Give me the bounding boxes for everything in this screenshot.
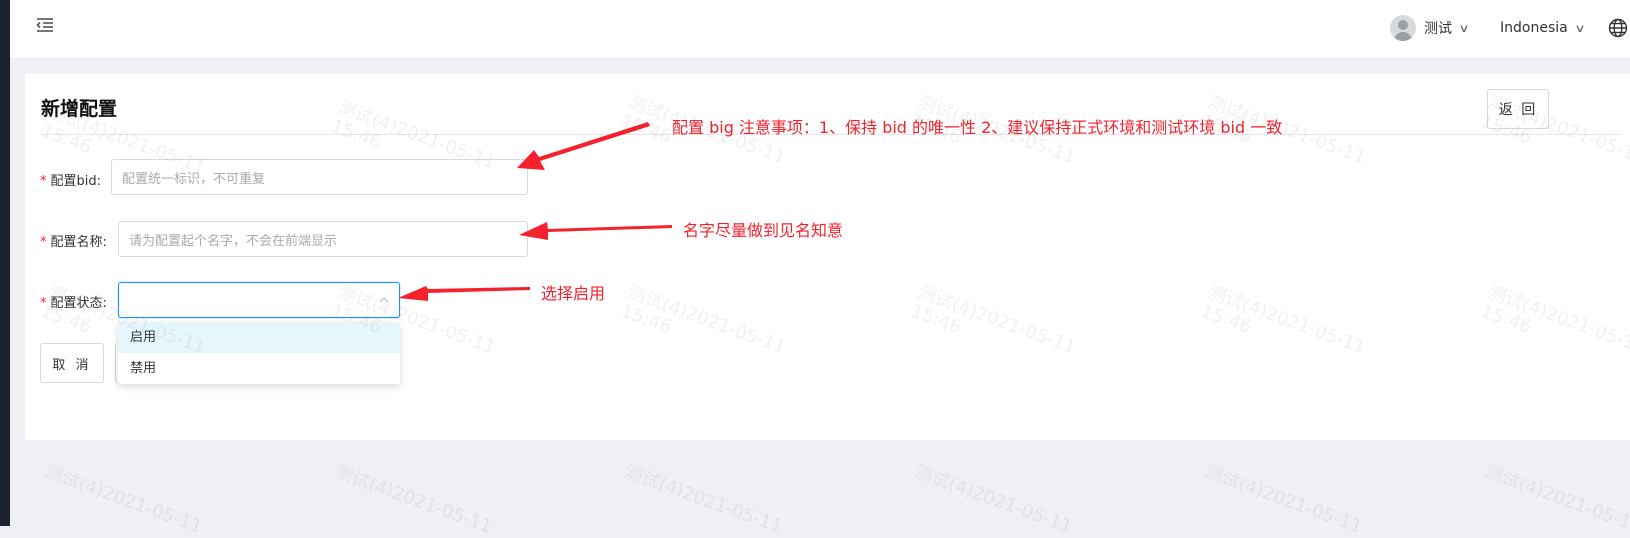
top-header: 测试 ∨ Indonesia ∨ (10, 0, 1630, 58)
annotation-status: 选择启用 (541, 284, 606, 303)
status-dropdown: 启用 禁用 (118, 322, 400, 384)
bid-placeholder: 配置统一标识，不可重复 (122, 171, 266, 187)
globe-icon[interactable] (1608, 18, 1628, 38)
menu-fold-icon[interactable] (34, 15, 56, 35)
avatar (1390, 15, 1416, 41)
watermark: 测试(4)2021-05-11 (41, 461, 205, 538)
status-select[interactable] (118, 282, 400, 318)
watermark: 测试(4)2021-05-11 (1481, 461, 1630, 538)
page-title: 新增配置 (41, 98, 118, 120)
chevron-down-icon: ∨ (1574, 21, 1586, 35)
back-button[interactable]: 返 回 (1487, 89, 1549, 129)
required-mark: * (40, 235, 47, 250)
watermark: 测试(4)2021-05-11 (1201, 461, 1365, 538)
name-input[interactable]: 请为配置起个名字，不会在前端显示 (118, 221, 528, 257)
name-placeholder: 请为配置起个名字，不会在前端显示 (129, 233, 338, 249)
required-mark: * (40, 296, 47, 311)
cancel-button[interactable]: 取 消 (40, 343, 104, 383)
user-menu[interactable]: 测试 ∨ (1390, 14, 1470, 42)
watermark: 测试(4)2021-05-11 (621, 461, 785, 538)
bid-input[interactable]: 配置统一标识，不可重复 (111, 159, 528, 195)
annotation-bid: 配置 big 注意事项：1、保持 bid 的唯一性 2、建议保持正式环境和测试环… (672, 118, 1283, 137)
annotation-name: 名字尽量做到见名知意 (683, 221, 844, 240)
user-name: 测试 (1424, 21, 1452, 37)
status-option-disable[interactable]: 禁用 (118, 353, 400, 384)
watermark: 测试(4)2021-05-11 (331, 461, 495, 538)
bid-label: * 配置bid: (40, 174, 101, 189)
language-label: Indonesia (1500, 20, 1568, 36)
status-option-enable[interactable]: 启用 (118, 322, 400, 353)
watermark: 测试(4)2021-05-11 (911, 461, 1075, 538)
language-selector[interactable]: Indonesia ∨ (1500, 14, 1586, 42)
chevron-down-icon: ∨ (1458, 21, 1470, 35)
status-label: * 配置状态: (40, 296, 107, 311)
sidebar-edge (0, 0, 10, 526)
chevron-up-icon (379, 297, 389, 303)
required-mark: * (40, 174, 47, 189)
name-label: * 配置名称: (40, 235, 107, 250)
